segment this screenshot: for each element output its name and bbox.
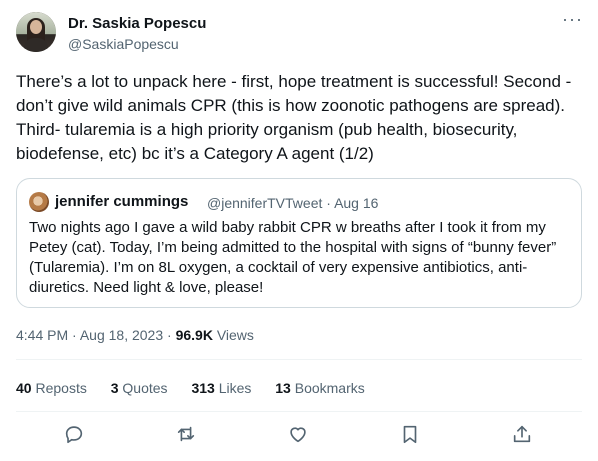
like-icon[interactable]: [287, 423, 311, 447]
divider: [16, 411, 582, 412]
quoted-tweet-meta: @jenniferTVTweet · Aug 16: [207, 194, 378, 212]
quotes-stat[interactable]: 3 Quotes: [111, 380, 168, 396]
quoted-tweet-date: Aug 16: [334, 195, 379, 211]
tweet-date[interactable]: Aug 18, 2023: [80, 327, 163, 343]
quotes-count: 3: [110, 380, 119, 396]
quoted-tweet-text: Two nights ago I gave a wild baby rabbit…: [29, 219, 557, 296]
tweet-timestamp: 4:44 PM · Aug 18, 2023 · 96.9K Views: [16, 326, 254, 344]
reposts-count: 40: [16, 380, 32, 396]
tweet-text: There’s a lot to unpack here - first, ho…: [16, 72, 572, 163]
quoted-author-name: jennifer cummings: [55, 193, 189, 210]
author-avatar[interactable]: [16, 12, 56, 52]
bookmarks-label: Bookmarks: [294, 380, 365, 396]
reposts-label: Reposts: [35, 380, 87, 396]
likes-stat[interactable]: 313 Likes: [191, 380, 251, 396]
reposts-stat[interactable]: 40 Reposts: [16, 380, 87, 396]
likes-count: 313: [191, 380, 215, 396]
engagement-stats: 40 Reposts 3 Quotes 313 Likes 13 Bookmar…: [16, 379, 385, 397]
bookmark-icon[interactable]: [399, 423, 423, 447]
quoted-author-avatar: [29, 192, 49, 212]
author-handle[interactable]: @SaskiaPopescu: [68, 35, 179, 53]
likes-label: Likes: [218, 380, 252, 396]
more-options-icon[interactable]: ···: [562, 10, 582, 32]
tweet-header: Dr. Saskia Popescu @SaskiaPopescu ···: [16, 10, 582, 54]
timestamp-separator: ·: [72, 327, 77, 343]
repost-icon[interactable]: [175, 423, 199, 447]
views-label: Views: [216, 327, 254, 343]
action-bar: [16, 423, 582, 453]
quoted-author-handle: @jenniferTVTweet: [207, 195, 323, 211]
author-name[interactable]: Dr. Saskia Popescu: [68, 15, 206, 33]
reply-icon[interactable]: [63, 423, 87, 447]
views-count: 96.9K: [175, 327, 213, 343]
timestamp-separator: ·: [167, 327, 172, 343]
divider: [16, 359, 582, 360]
quoted-tweet-card[interactable]: jennifer cummings @jenniferTVTweet · Aug…: [16, 178, 582, 308]
tweet-time[interactable]: 4:44 PM: [16, 327, 68, 343]
bookmarks-stat[interactable]: 13 Bookmarks: [275, 380, 365, 396]
share-icon[interactable]: [511, 423, 535, 447]
quotes-label: Quotes: [122, 380, 168, 396]
bookmarks-count: 13: [275, 380, 291, 396]
quoted-meta-separator: ·: [326, 195, 331, 211]
